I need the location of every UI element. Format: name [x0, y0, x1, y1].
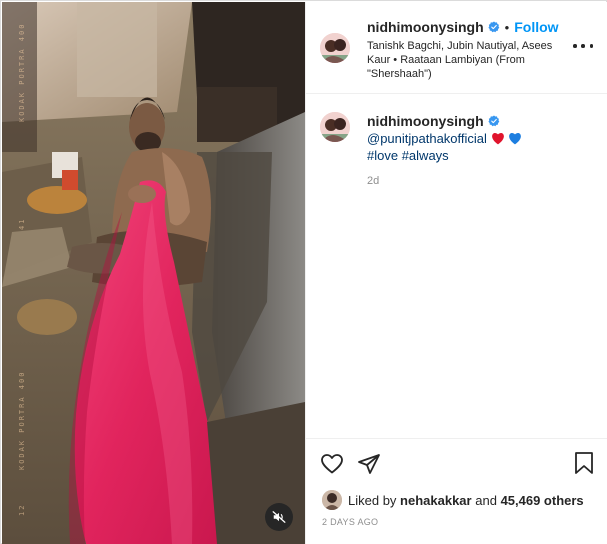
- music-info[interactable]: Tanishk Bagchi, Jubin Nautiyal, Asees Ka…: [367, 39, 567, 81]
- verified-badge-icon: [488, 115, 499, 127]
- likes-count-link[interactable]: 45,469 others: [501, 493, 584, 508]
- speaker-muted-icon: [272, 511, 286, 523]
- liked-by-user-link[interactable]: nehakakkar: [400, 493, 472, 508]
- liked-by-and: and: [475, 492, 497, 508]
- header-separator: •: [504, 19, 510, 35]
- blue-heart-emoji: [509, 132, 522, 145]
- caption-username-row: nidhimoonysingh: [367, 113, 500, 129]
- caption-author-avatar[interactable]: [320, 112, 350, 142]
- liked-by-avatar[interactable]: [322, 490, 342, 510]
- avatar-image: [320, 33, 350, 63]
- film-edge-text: KODAK PORTRA 400: [18, 370, 26, 470]
- likes-summary: Liked by nehakakkar and 45,469 others: [322, 490, 584, 510]
- post-date[interactable]: 2 DAYS AGO: [322, 517, 378, 527]
- caption-username[interactable]: nidhimoonysingh: [367, 113, 484, 129]
- post-details-panel: nidhimoonysingh • Follow Tanishk Bagchi,…: [305, 2, 607, 544]
- mute-button[interactable]: [265, 503, 293, 531]
- red-heart-emoji: [491, 132, 504, 145]
- header-title-row: nidhimoonysingh • Follow: [367, 19, 559, 35]
- film-edge-text: KODAK PORTRA 400: [18, 22, 26, 122]
- author-avatar[interactable]: [320, 33, 350, 63]
- verified-badge-icon: [488, 21, 499, 33]
- paper-plane-icon[interactable]: [357, 452, 381, 476]
- hashtag-link[interactable]: #always: [402, 148, 449, 163]
- video-frame: [2, 2, 305, 544]
- hashtag-link[interactable]: #love: [367, 148, 398, 163]
- post-media[interactable]: KODAK PORTRA 400 41 KODAK PORTRA 400 12: [2, 2, 305, 544]
- more-options-icon[interactable]: [573, 38, 593, 54]
- caption-mention-link[interactable]: @punitjpathakofficial: [367, 131, 487, 146]
- film-edge-number: 41: [18, 217, 26, 230]
- comments-section: nidhimoonysingh @punitjpathakofficial #l…: [306, 94, 607, 438]
- post-dialog: KODAK PORTRA 400 41 KODAK PORTRA 400 12: [0, 0, 607, 544]
- follow-button[interactable]: Follow: [514, 19, 558, 35]
- actions-section: Liked by nehakakkar and 45,469 others 2 …: [306, 438, 607, 544]
- caption-timestamp[interactable]: 2d: [367, 175, 379, 187]
- bookmark-icon[interactable]: [573, 451, 595, 475]
- author-username[interactable]: nidhimoonysingh: [367, 19, 484, 35]
- caption-text: @punitjpathakofficial #love #always: [367, 130, 522, 164]
- post-header: nidhimoonysingh • Follow Tanishk Bagchi,…: [306, 2, 607, 94]
- film-edge-number: 12: [18, 503, 26, 516]
- avatar-image: [320, 112, 350, 142]
- avatar-image: [322, 490, 342, 510]
- liked-by-prefix: Liked by: [348, 492, 397, 508]
- heart-outline-icon[interactable]: [320, 452, 344, 476]
